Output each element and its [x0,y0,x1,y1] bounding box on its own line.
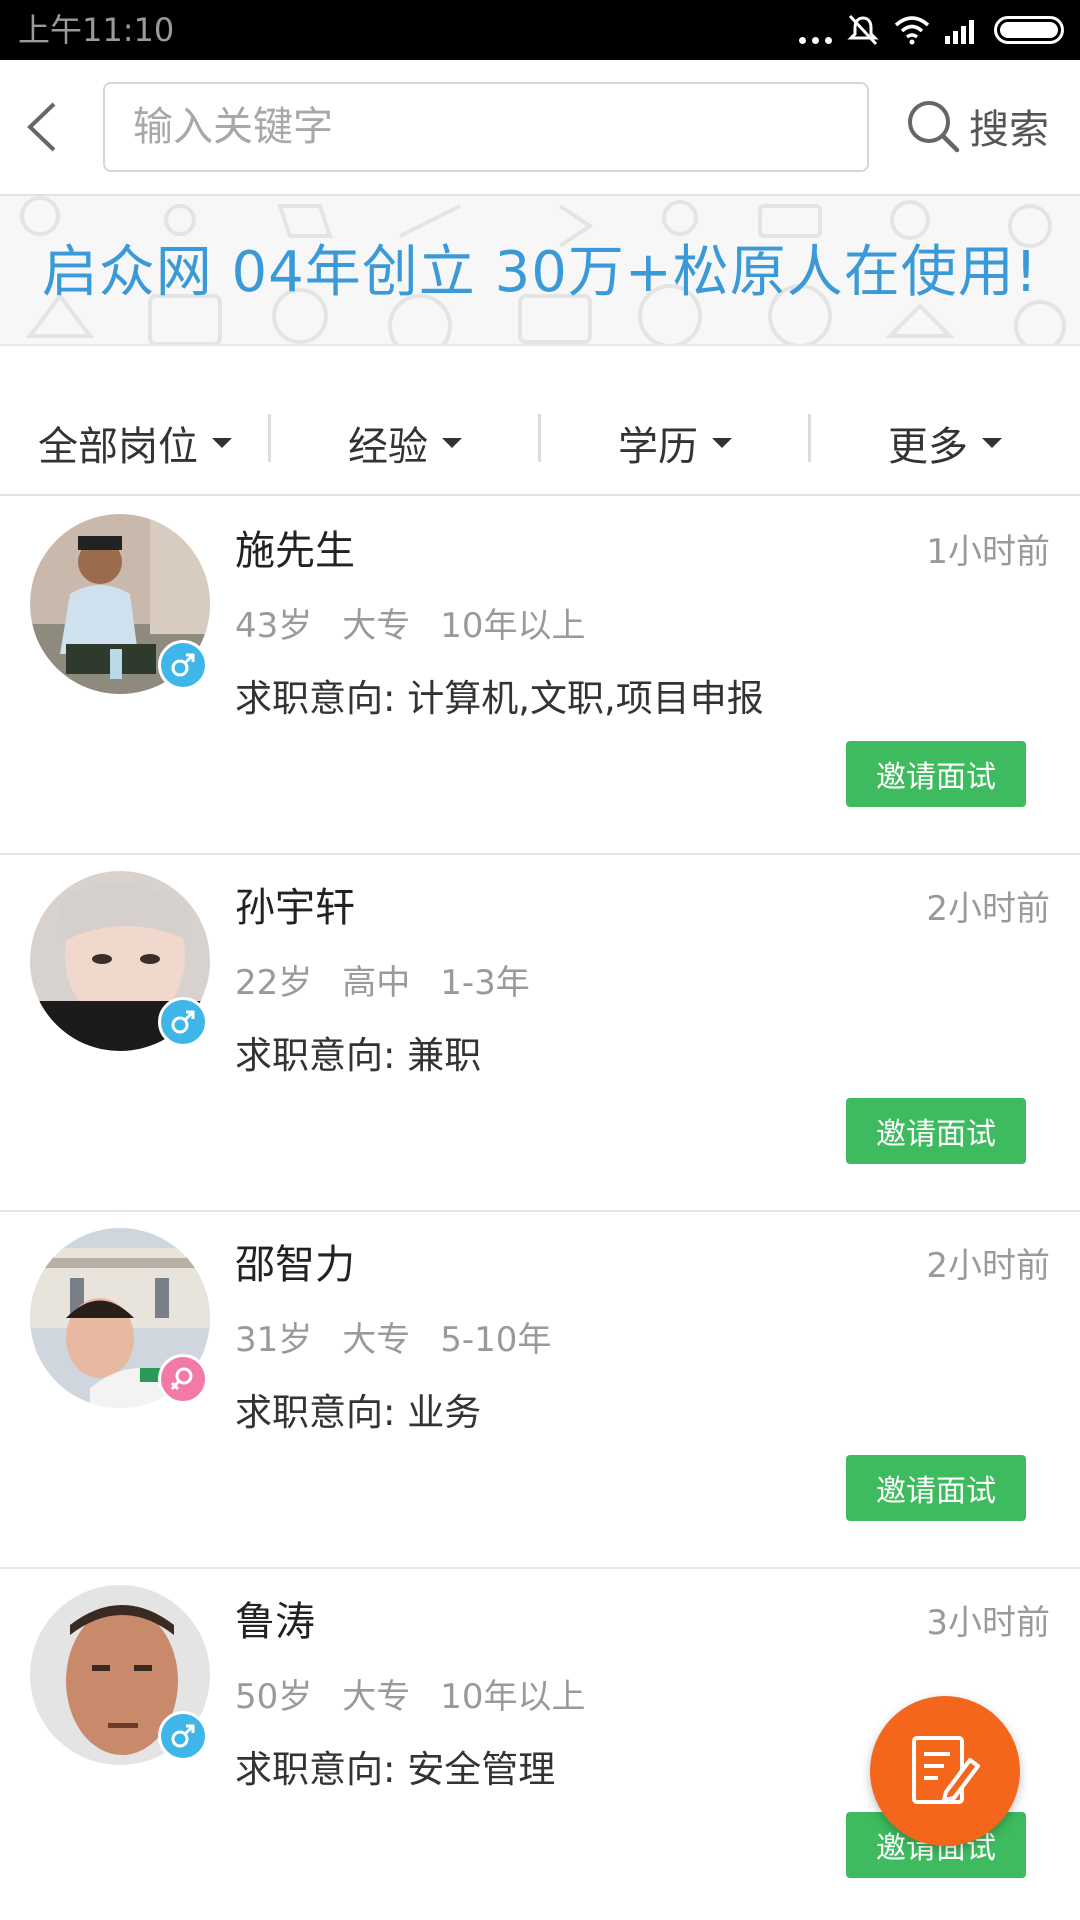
banner-slogan: 启众网 04年创立 30万+松原人在使用! [41,240,1039,305]
edit-note-icon [912,1736,980,1804]
male-icon [158,1711,208,1761]
filter-experience-label: 经验 [348,424,428,470]
search-button[interactable]: 搜索 [905,86,1049,166]
search-header: 搜索 [0,60,1080,196]
candidate-experience: 10年以上 [440,606,586,646]
candidate-age: 31岁 [235,1320,313,1360]
dropdown-caret-icon [712,438,732,448]
candidate-avatar[interactable] [30,1585,210,1765]
candidate-education: 大专 [342,1677,411,1717]
filter-position-label: 全部岗位 [38,424,198,470]
candidate-name: 鲁涛 [235,1599,315,1645]
promo-banner[interactable]: 启众网 04年创立 30万+松原人在使用! [0,196,1080,346]
filter-position[interactable]: 全部岗位 [0,392,270,494]
candidate-experience: 1-3年 [440,963,530,1003]
post-job-fab[interactable] [870,1696,1020,1846]
signal-icon [945,20,974,44]
dropdown-caret-icon [212,438,232,448]
invite-interview-button[interactable]: 邀请面试 [846,741,1026,807]
wifi-icon [894,16,930,45]
candidate-card[interactable]: 邵智力 2小时前 31岁 大专 5-10年 求职意向: 业务 邀请面试 [0,1212,1080,1569]
candidate-avatar[interactable] [30,1228,210,1408]
job-intent: 求职意向: 兼职 [235,1034,482,1077]
filter-divider [268,414,271,462]
candidate-education: 大专 [342,1320,411,1360]
candidate-name: 施先生 [235,528,355,574]
job-intent: 求职意向: 计算机,文职,项目申报 [235,677,764,720]
candidate-card[interactable]: 施先生 1小时前 43岁 大专 10年以上 求职意向: 计算机,文职,项目申报 … [0,498,1080,855]
search-icon [908,101,960,153]
female-icon [158,1354,208,1404]
post-time: 2小时前 [926,889,1050,929]
mute-vibrate-icon [847,14,879,46]
candidate-education: 大专 [342,606,411,646]
filter-experience[interactable]: 经验 [270,392,540,494]
candidate-card[interactable]: 孙宇轩 2小时前 22岁 高中 1-3年 求职意向: 兼职 邀请面试 [0,855,1080,1212]
search-box [103,82,869,172]
dropdown-caret-icon [982,438,1002,448]
job-intent: 求职意向: 安全管理 [235,1748,556,1791]
candidate-meta: 50岁 大专 10年以上 [235,1669,586,1718]
invite-interview-button[interactable]: 邀请面试 [846,1455,1026,1521]
status-icons [799,14,1064,46]
candidate-meta: 31岁 大专 5-10年 [235,1312,551,1361]
filter-divider [538,414,541,462]
post-time: 3小时前 [926,1603,1050,1643]
filter-education[interactable]: 学历 [540,392,810,494]
filter-more[interactable]: 更多 [810,392,1080,494]
candidate-age: 50岁 [235,1677,313,1717]
invite-interview-button[interactable]: 邀请面试 [846,1098,1026,1164]
male-icon [158,640,208,690]
candidate-name: 邵智力 [235,1242,355,1288]
more-notifications-icon [799,16,832,44]
job-intent: 求职意向: 业务 [235,1391,482,1434]
filter-more-label: 更多 [888,424,968,470]
candidate-meta: 22岁 高中 1-3年 [235,955,530,1004]
filter-bar: 全部岗位 经验 学历 更多 [0,392,1080,496]
post-time: 2小时前 [926,1246,1050,1286]
candidate-meta: 43岁 大专 10年以上 [235,598,586,647]
male-icon [158,997,208,1047]
post-time: 1小时前 [926,532,1050,572]
candidate-experience: 10年以上 [440,1677,586,1717]
search-label: 搜索 [969,107,1049,153]
candidate-education: 高中 [342,963,411,1003]
candidate-name: 孙宇轩 [235,885,355,931]
status-bar: 上午11:10 [0,0,1080,60]
filter-education-label: 学历 [618,424,698,470]
candidate-age: 22岁 [235,963,313,1003]
candidate-age: 43岁 [235,606,313,646]
candidate-experience: 5-10年 [440,1320,552,1360]
dropdown-caret-icon [442,438,462,448]
battery-icon [994,16,1064,44]
candidate-avatar[interactable] [30,514,210,694]
back-arrow-icon[interactable] [16,92,72,162]
filter-divider [808,414,811,462]
candidate-avatar[interactable] [30,871,210,1051]
search-input[interactable] [105,84,867,170]
